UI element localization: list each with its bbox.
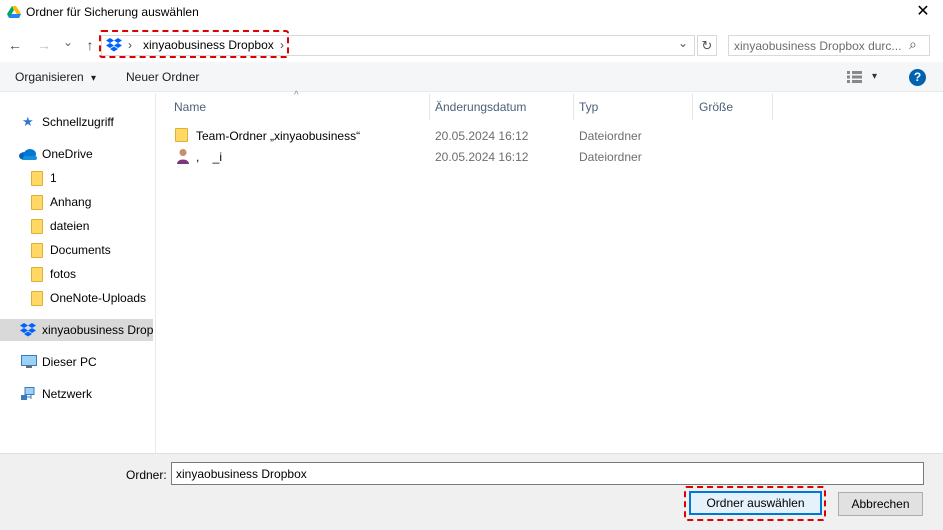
window-title: Ordner für Sicherung auswählen [26, 5, 199, 19]
table-row[interactable]: Team-Ordner „xinyaobusiness“ 20.05.2024 … [168, 125, 773, 146]
search-input[interactable] [729, 36, 905, 55]
sidebar-item-label: dateien [50, 219, 90, 233]
sidebar-item-label: 1 [50, 171, 57, 185]
network-icon [21, 387, 35, 400]
column-divider[interactable] [692, 94, 693, 120]
organize-button[interactable]: Organisieren ▾ [15, 70, 96, 84]
column-header-date[interactable]: Änderungsdatum [435, 100, 526, 114]
file-name: Team-Ordner „xinyaobusiness“ [196, 129, 361, 143]
cancel-button[interactable]: Abbrechen [838, 492, 923, 516]
refresh-icon[interactable]: ↻ [697, 35, 717, 56]
sidebar-item-label: OneDrive [42, 147, 93, 161]
forward-arrow-icon[interactable]: → [35, 37, 53, 53]
cloud-icon [19, 149, 37, 160]
folder-icon [31, 243, 43, 258]
dropbox-icon [20, 323, 36, 337]
folder-icon [31, 195, 43, 210]
folder-icon [31, 171, 43, 186]
column-divider[interactable] [429, 94, 430, 120]
folder-name-input[interactable] [171, 462, 924, 485]
view-options-icon[interactable] [847, 71, 862, 83]
sidebar-item-folder-fotos[interactable]: fotos [0, 263, 155, 285]
folder-icon [175, 128, 188, 142]
sidebar-item-label: Schnellzugriff [42, 115, 114, 129]
folder-icon [31, 267, 43, 282]
star-icon: ★ [22, 114, 34, 129]
new-folder-button[interactable]: Neuer Ordner [126, 70, 199, 84]
back-arrow-icon[interactable]: ← [6, 37, 24, 53]
user-folder-icon [177, 149, 189, 164]
search-icon: ⌕ [909, 36, 917, 52]
sidebar-item-label: fotos [50, 267, 77, 281]
folder-icon [31, 291, 43, 306]
computer-icon [21, 355, 37, 368]
search-box[interactable] [728, 35, 930, 56]
sidebar-item-label: Anhang [50, 195, 92, 209]
file-date: 20.05.2024 16:12 [435, 129, 529, 143]
sidebar-item-onedrive[interactable]: OneDrive [0, 143, 155, 165]
organize-dropdown-icon: ▾ [91, 73, 97, 84]
folder-icon [31, 219, 43, 234]
sidebar-item-folder-anhang[interactable]: Anhang [0, 191, 155, 213]
sidebar-item-folder-onenote-uploads[interactable]: OneNote-Uploads [0, 287, 155, 309]
address-dropdown-icon[interactable]: ⌄ [678, 36, 688, 50]
column-divider[interactable] [573, 94, 574, 120]
recent-locations-chevron-icon[interactable]: ⌄ [61, 34, 75, 50]
file-type: Dateiordner [579, 129, 642, 143]
sidebar-item-folder-documents[interactable]: Documents [0, 239, 155, 261]
sort-ascending-icon: ^ [294, 90, 299, 101]
sidebar-item-this-pc[interactable]: Dieser PC [0, 351, 155, 373]
sidebar-item-label: Netzwerk [42, 387, 93, 401]
sidebar-item-dropbox[interactable]: xinyaobusiness Dropb [0, 319, 153, 341]
sidebar-item-label: xinyaobusiness Dropb [42, 323, 153, 337]
breadcrumb-highlight-box [99, 30, 289, 58]
column-header-name[interactable]: Name [174, 100, 206, 114]
file-name: , _i [196, 150, 223, 164]
column-header-size[interactable]: Größe [699, 100, 733, 114]
file-date: 20.05.2024 16:12 [435, 150, 529, 164]
sidebar-item-label: Dieser PC [42, 355, 97, 369]
folder-field-label: Ordner: [126, 468, 167, 482]
organize-label: Organisieren [15, 70, 84, 84]
file-type: Dateiordner [579, 150, 642, 164]
sidebar-item-folder-1[interactable]: 1 [0, 167, 155, 189]
column-header-type[interactable]: Typ [579, 100, 598, 114]
close-icon[interactable]: ✕ [912, 2, 934, 22]
column-divider[interactable] [772, 94, 773, 120]
select-button-highlight-box [684, 486, 826, 521]
view-dropdown-icon[interactable]: ▾ [872, 71, 877, 82]
sidebar-item-folder-dateien[interactable]: dateien [0, 215, 155, 237]
sidebar-item-quick-access[interactable]: ★ Schnellzugriff [0, 111, 155, 133]
help-icon[interactable]: ? [909, 69, 926, 86]
table-row[interactable]: , _i 20.05.2024 16:12 Dateiordner [168, 146, 773, 167]
up-arrow-icon[interactable]: ↑ [81, 37, 99, 53]
google-drive-icon [7, 6, 21, 18]
sidebar-item-label: Documents [50, 243, 111, 257]
sidebar-item-network[interactable]: Netzwerk [0, 383, 155, 405]
sidebar-item-label: OneNote-Uploads [50, 291, 147, 305]
